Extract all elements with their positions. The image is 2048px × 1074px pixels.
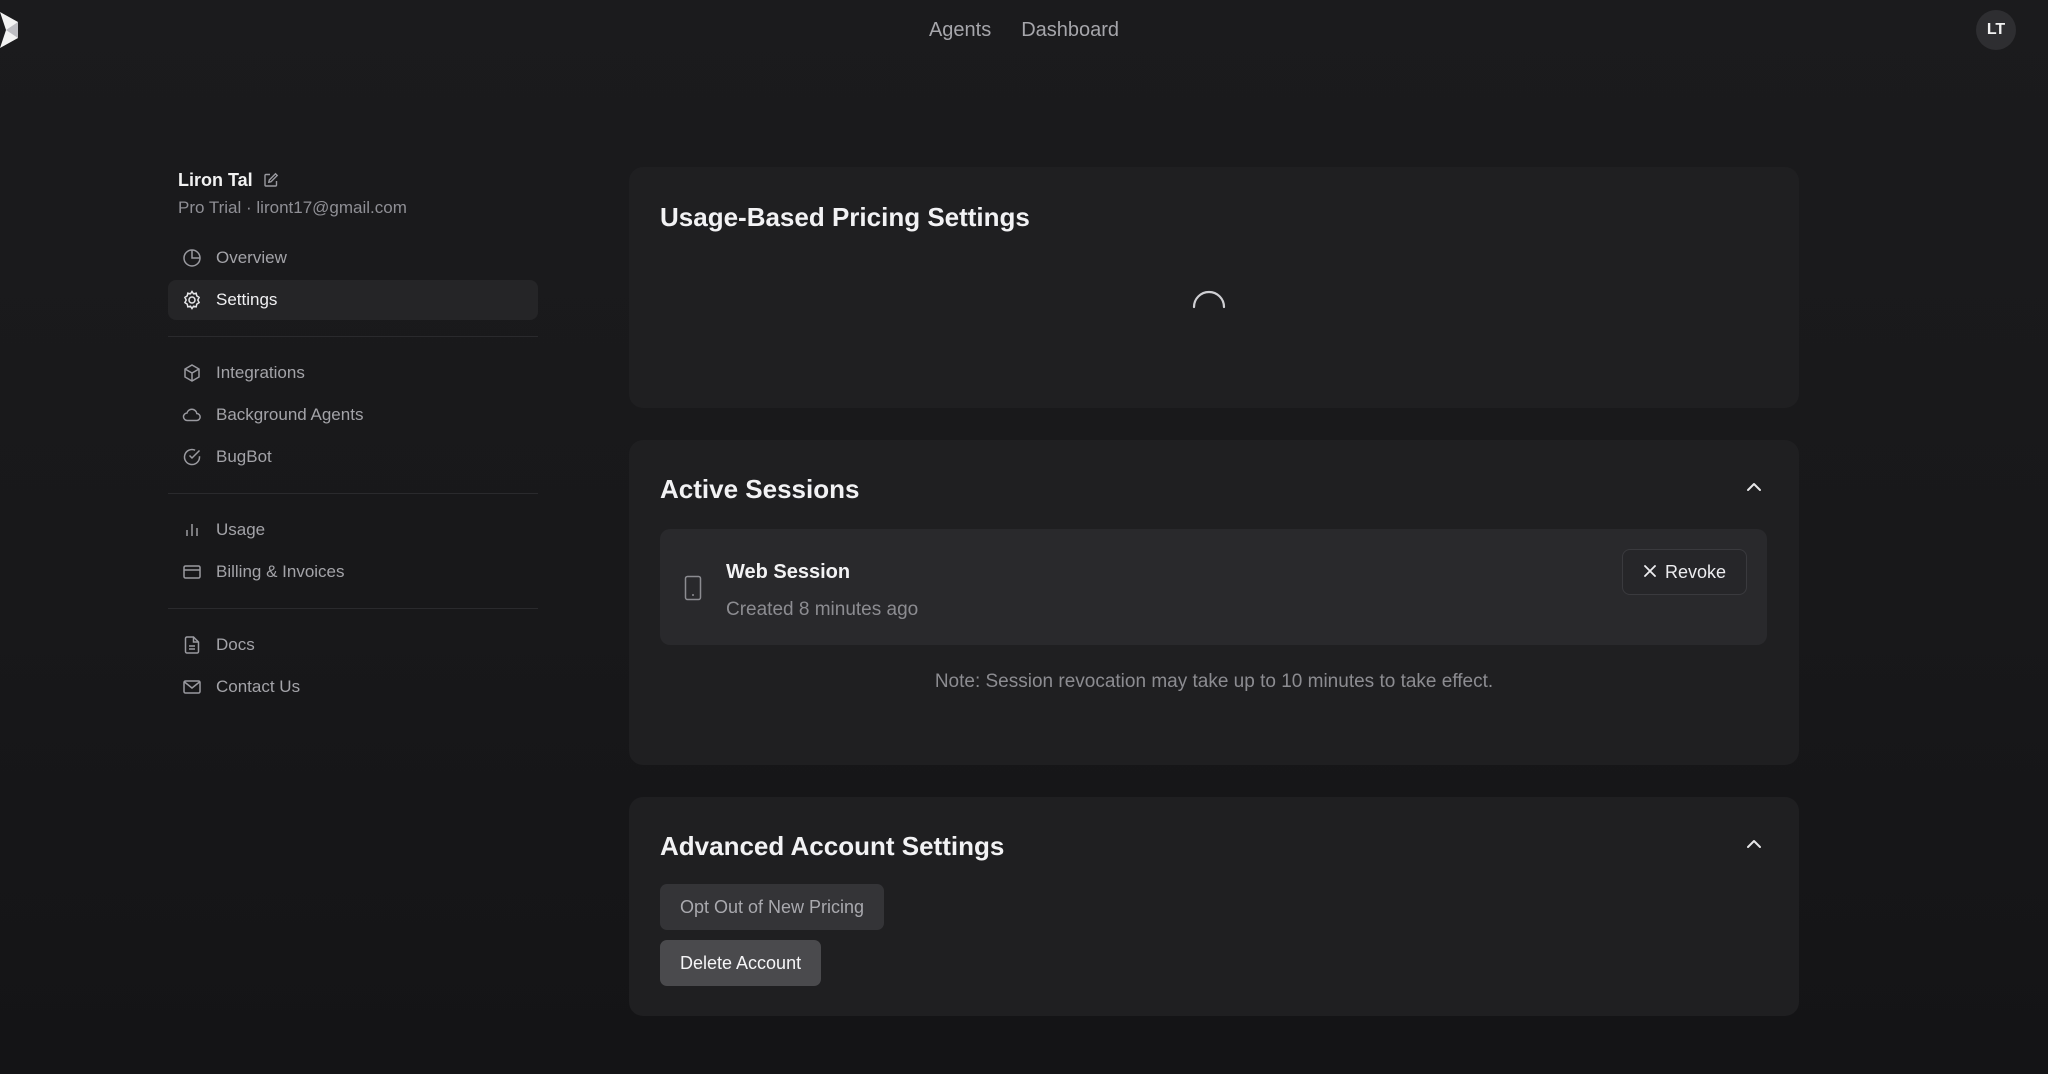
- sidebar-item-billing[interactable]: Billing & Invoices: [168, 552, 538, 592]
- sidebar-divider: [168, 608, 538, 609]
- nav-link-dashboard[interactable]: Dashboard: [1021, 16, 1119, 44]
- sidebar-group-billing: Usage Billing & Invoices: [168, 510, 538, 592]
- sidebar-group-account: Overview Settings: [168, 238, 538, 320]
- pie-chart-icon: [182, 248, 202, 268]
- advanced-settings-card: Advanced Account Settings Opt Out of New…: [629, 797, 1799, 1016]
- profile-name-row: Liron Tal: [178, 168, 538, 192]
- user-avatar[interactable]: LT: [1976, 10, 2016, 50]
- sidebar-item-integrations[interactable]: Integrations: [168, 353, 538, 393]
- sidebar-item-label: Contact Us: [216, 677, 301, 696]
- usage-pricing-title: Usage-Based Pricing Settings: [660, 202, 1030, 232]
- profile-name: Liron Tal: [178, 169, 253, 190]
- session-created: Created 8 minutes ago: [726, 599, 919, 620]
- usage-pricing-card: Usage-Based Pricing Settings: [629, 167, 1799, 408]
- active-sessions-card: Active Sessions Web Session Created 8 mi…: [629, 440, 1799, 765]
- credit-card-icon: [182, 562, 202, 582]
- sidebar-item-label: Settings: [216, 290, 278, 309]
- sidebar: Liron Tal Pro Trial · liront17@gmail.com…: [168, 168, 538, 709]
- check-circle-icon: [182, 447, 202, 467]
- sidebar-item-background-agents[interactable]: Background Agents: [168, 395, 538, 435]
- sidebar-item-label: Integrations: [216, 363, 305, 382]
- sidebar-item-label: Overview: [216, 248, 287, 267]
- session-item: Web Session Created 8 minutes ago Revoke: [660, 529, 1767, 645]
- edit-icon[interactable]: [263, 172, 279, 188]
- sidebar-item-usage[interactable]: Usage: [168, 510, 538, 550]
- document-icon: [182, 635, 202, 655]
- sidebar-divider: [168, 336, 538, 337]
- sidebar-item-label: Background Agents: [216, 405, 364, 424]
- advanced-settings-title: Advanced Account Settings: [660, 831, 1005, 861]
- avatar-initials: LT: [1986, 21, 2006, 38]
- active-sessions-title: Active Sessions: [660, 474, 860, 504]
- sidebar-item-docs[interactable]: Docs: [168, 625, 538, 665]
- loading-spinner-icon: [1189, 287, 1229, 327]
- bar-chart-icon: [182, 520, 202, 540]
- top-nav: Agents Dashboard: [0, 16, 2048, 44]
- session-note: Note: Session revocation may take up to …: [934, 671, 1494, 692]
- device-icon: [684, 575, 702, 601]
- nav-link-agents[interactable]: Agents: [929, 16, 991, 44]
- chevron-up-icon[interactable]: [1743, 833, 1765, 855]
- box-icon: [182, 363, 202, 383]
- sidebar-item-settings[interactable]: Settings: [168, 280, 538, 320]
- sidebar-item-contact[interactable]: Contact Us: [168, 667, 538, 707]
- close-icon: [1643, 562, 1657, 583]
- delete-account-button[interactable]: Delete Account: [660, 940, 822, 986]
- sidebar-item-label: BugBot: [216, 447, 272, 466]
- opt-out-pricing-button[interactable]: Opt Out of New Pricing: [660, 884, 885, 930]
- sidebar-item-label: Usage: [216, 520, 266, 539]
- revoke-label: Revoke: [1664, 561, 1726, 582]
- profile-subtitle: Pro Trial · liront17@gmail.com: [178, 198, 407, 217]
- chevron-up-icon[interactable]: [1743, 476, 1765, 498]
- session-title: Web Session: [726, 561, 851, 583]
- revoke-button[interactable]: Revoke: [1621, 549, 1747, 595]
- sidebar-item-overview[interactable]: Overview: [168, 238, 538, 278]
- cloud-icon: [182, 405, 202, 425]
- sidebar-divider: [168, 493, 538, 494]
- sidebar-item-label: Billing & Invoices: [216, 562, 345, 581]
- gear-icon: [182, 290, 202, 310]
- sidebar-item-bugbot[interactable]: BugBot: [168, 437, 538, 477]
- mail-icon: [182, 677, 202, 697]
- sidebar-group-help: Docs Contact Us: [168, 625, 538, 707]
- delete-account-label: Delete Account: [680, 952, 802, 973]
- sidebar-item-label: Docs: [216, 635, 255, 654]
- opt-out-label: Opt Out of New Pricing: [680, 896, 865, 917]
- sidebar-group-tools: Integrations Background Agents BugBot: [168, 353, 538, 477]
